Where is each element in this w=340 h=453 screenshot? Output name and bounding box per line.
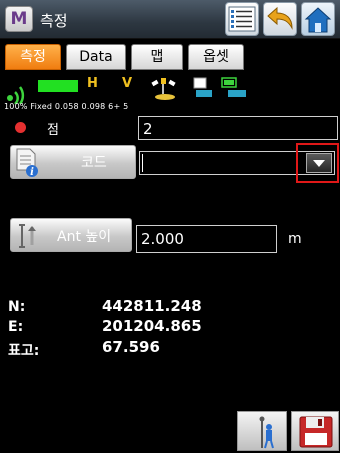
rod-icon — [259, 416, 274, 449]
save-button[interactable] — [291, 411, 339, 451]
point-label: 점 — [47, 123, 59, 138]
device-icon — [193, 77, 212, 97]
tab-measure[interactable]: 측정 — [5, 44, 61, 70]
elevation-label: 표고: — [8, 343, 40, 359]
ant-height-label: Ant 높이 — [57, 229, 112, 245]
elevation-value: 67.596 — [102, 338, 160, 356]
text-cursor — [142, 154, 143, 172]
antenna-height-icon — [19, 224, 36, 248]
svg-text:i: i — [30, 167, 34, 178]
signal-icon — [7, 86, 25, 104]
list-button[interactable] — [225, 2, 259, 36]
code-dropdown-button[interactable] — [306, 153, 332, 173]
easting-label: E: — [8, 319, 24, 335]
list-icon — [228, 6, 256, 32]
point-marker — [15, 122, 26, 133]
rtk-h-label: H — [87, 76, 98, 91]
battery-icon — [221, 77, 246, 97]
info-icon: i — [16, 148, 38, 178]
save-disk-icon — [299, 416, 333, 448]
app-icon[interactable]: M — [5, 6, 33, 32]
northing-value: 442811.248 — [102, 297, 202, 315]
ant-height-button[interactable]: Ant 높이 — [10, 218, 132, 252]
home-icon — [304, 7, 332, 33]
home-button[interactable] — [301, 2, 335, 36]
ant-height-unit: m — [288, 231, 302, 247]
code-button-label: 코드 — [81, 155, 107, 171]
ant-height-input[interactable]: 2.000 — [136, 225, 277, 253]
satellite-icon — [151, 78, 176, 100]
title-bar: M 측정 — [0, 0, 340, 39]
northing-label: N: — [8, 299, 26, 315]
rtk-v-label: V — [122, 76, 133, 91]
back-button[interactable] — [263, 2, 297, 36]
window-title: 측정 — [40, 12, 68, 30]
point-input[interactable]: 2 — [138, 116, 338, 140]
stakeout-button[interactable] — [237, 411, 287, 451]
precision-bar — [38, 80, 78, 92]
tab-offset[interactable]: 옵셋 — [188, 44, 244, 70]
tab-data[interactable]: Data — [66, 44, 126, 70]
chevron-down-icon — [313, 160, 325, 167]
tab-map[interactable]: 맵 — [131, 44, 183, 70]
status-line: 100% Fixed 0.058 0.098 6+ 5 — [4, 102, 129, 111]
code-button[interactable]: i 코드 — [10, 145, 136, 179]
easting-value: 201204.865 — [102, 317, 202, 335]
back-arrow-icon — [267, 6, 293, 30]
